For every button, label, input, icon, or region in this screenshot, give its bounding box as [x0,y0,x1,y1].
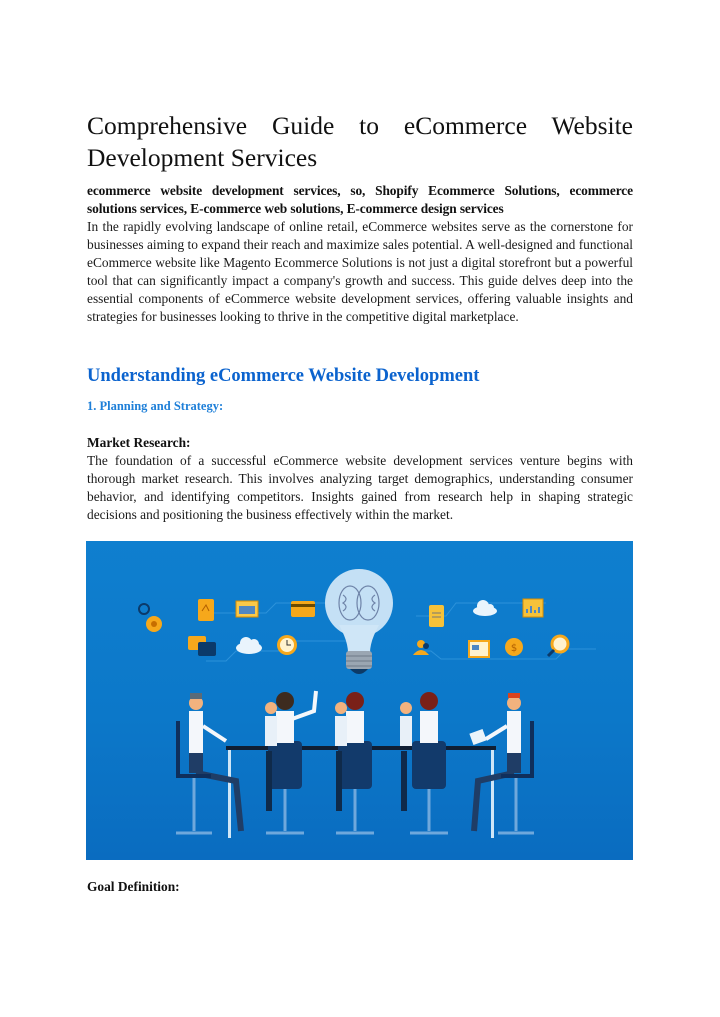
intro-paragraph: In the rapidly evolving landscape of onl… [87,219,633,324]
cloud-icon [473,600,497,616]
subsection-heading: 1. Planning and Strategy: [87,399,224,413]
svg-text:$: $ [511,643,517,654]
person-back-3 [410,692,448,835]
document-in-hand [469,728,487,746]
person-right [469,693,534,835]
title-line-2: Development Services [87,143,318,172]
section-heading: Understanding eCommerce Website Developm… [87,366,480,386]
title-line-1: Comprehensive Guide to eCommerce Website [87,111,633,140]
document-title: Comprehensive Guide to eCommerce Website… [87,110,633,174]
keywords-line: ecommerce website development services, … [87,183,633,216]
circuit-line [206,602,346,614]
credit-card-icon [291,601,315,617]
dollar-coin-icon: $ [505,638,523,656]
users-icon [413,640,429,655]
person-left [176,693,244,835]
lightbulb-brain-icon [325,569,393,674]
market-research-heading: Market Research: [87,435,191,450]
magnifier-icon [546,634,570,658]
person-front-3 [400,702,412,811]
chart-icon [522,598,544,618]
cloud-icon [236,637,262,654]
team-meeting-illustration: $ [86,541,633,860]
browser-window-icon [235,600,259,618]
document-icon [198,599,214,621]
goal-definition-heading: Goal Definition: [87,879,180,894]
newspaper-icon [468,640,490,658]
gear-icon [138,603,162,632]
file-icon [429,605,444,627]
market-research-paragraph: The foundation of a successful eCommerce… [87,453,633,522]
clock-icon [277,635,297,655]
chat-icon [188,636,216,656]
